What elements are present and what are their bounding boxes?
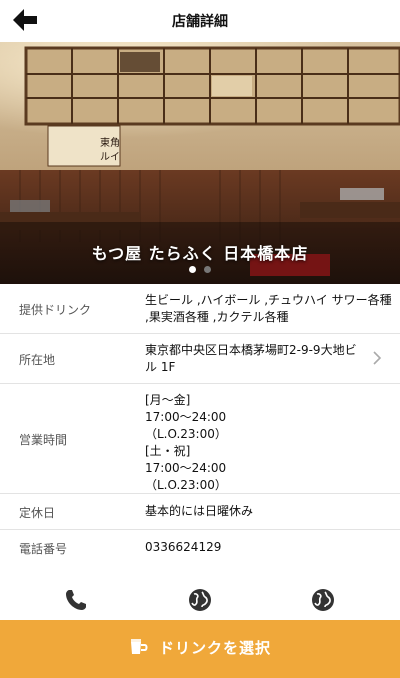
detail-row-closed: 定休日 基本的には日曜休み: [0, 494, 400, 530]
hours-label: 営業時間: [19, 433, 68, 447]
hours-line: 17:00～24:00: [145, 461, 227, 475]
address-line: 東京都中央区日本橋茅場町2-9-9大地ビ: [145, 343, 357, 357]
address-label: 所在地: [19, 353, 56, 367]
select-drink-button[interactable]: ドリンクを選択: [0, 620, 400, 678]
carousel-indicator: [0, 266, 400, 273]
carousel-dot-active[interactable]: [189, 266, 196, 273]
detail-row-phone: 電話番号 0336624129: [0, 530, 400, 566]
store-name: もつ屋 たらふく 日本橋本店: [91, 244, 309, 263]
hours-line: （L.O.23:00）: [145, 427, 227, 441]
chevron-right-icon[interactable]: [372, 351, 382, 365]
globe-icon[interactable]: [187, 587, 213, 613]
phone-value: 0336624129: [145, 540, 222, 554]
select-drink-content: ドリンクを選択: [0, 637, 400, 658]
phone-label: 電話番号: [19, 542, 68, 556]
detail-row-hours: 営業時間 [月～金] 17:00～24:00 （L.O.23:00） [土・祝]…: [0, 384, 400, 494]
detail-row-address[interactable]: 所在地 東京都中央区日本橋茅場町2-9-9大地ビ ル 1F: [0, 334, 400, 384]
action-bar: [0, 580, 400, 620]
carousel-dot[interactable]: [204, 266, 211, 273]
svg-text:東角: 東角: [100, 136, 120, 149]
closed-value: 基本的には日曜休み: [145, 504, 254, 518]
hours-line: （L.O.23:00）: [145, 478, 227, 492]
hours-line: [土・祝]: [145, 444, 191, 458]
svg-text:ルイ: ルイ: [100, 152, 120, 163]
drink-icon: [130, 639, 148, 654]
drink-line: ,果実酒各種 ,カクテル各種: [145, 310, 289, 324]
closed-label: 定休日: [19, 506, 56, 520]
hours-value: [月～金] 17:00～24:00 （L.O.23:00） [土・祝] 17:0…: [145, 392, 370, 494]
hours-line: [月～金]: [145, 393, 191, 407]
drink-line: 生ビール ,ハイボール ,チュウハイ サワー各種: [145, 293, 392, 307]
page-title: 店舗詳細: [172, 14, 228, 30]
header: 店舗詳細: [0, 0, 400, 42]
store-photo-carousel[interactable]: 東角 ルイ もつ屋 たらふく 日本橋本店: [0, 42, 400, 284]
address-line: ル 1F: [145, 360, 176, 374]
drink-label: 提供ドリンク: [19, 303, 92, 317]
detail-row-drink: 提供ドリンク 生ビール ,ハイボール ,チュウハイ サワー各種 ,果実酒各種 ,…: [0, 284, 400, 334]
select-drink-label: ドリンクを選択: [158, 639, 271, 657]
hours-line: 17:00～24:00: [145, 410, 227, 424]
address-value: 東京都中央区日本橋茅場町2-9-9大地ビ ル 1F: [145, 342, 370, 376]
phone-icon[interactable]: [63, 587, 89, 613]
globe-icon[interactable]: [310, 587, 336, 613]
store-details: 提供ドリンク 生ビール ,ハイボール ,チュウハイ サワー各種 ,果実酒各種 ,…: [0, 284, 400, 566]
drink-value: 生ビール ,ハイボール ,チュウハイ サワー各種 ,果実酒各種 ,カクテル各種: [145, 292, 392, 326]
